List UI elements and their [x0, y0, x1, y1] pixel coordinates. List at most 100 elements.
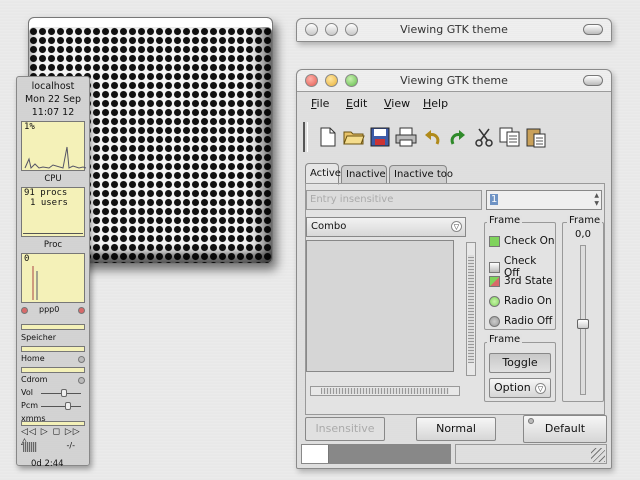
horizontal-scrollbar[interactable]	[310, 386, 460, 396]
hscroll-thumb[interactable]	[321, 388, 449, 394]
open-folder-icon[interactable]	[343, 126, 365, 148]
option-arrow-icon[interactable]: ▽	[535, 383, 546, 394]
xmms-led-icon	[23, 442, 37, 452]
pcm-label: Pcm	[21, 401, 39, 410]
ppp0-led-icon	[21, 307, 28, 314]
vol-slider[interactable]: Vol	[21, 388, 85, 400]
checkbox-unchecked-icon[interactable]	[489, 261, 500, 273]
home-led-icon[interactable]	[78, 356, 85, 363]
list-view[interactable]	[306, 240, 454, 372]
toolbar-grip[interactable]	[303, 122, 308, 152]
collapse-pill-icon[interactable]	[583, 75, 603, 86]
normal-button[interactable]: Normal	[416, 417, 496, 441]
check-on[interactable]: Check On	[489, 235, 555, 247]
uptime: 0d 2:44	[31, 459, 64, 469]
save-icon[interactable]	[369, 126, 391, 148]
default-button[interactable]: Default	[523, 415, 607, 443]
scroll-thumb[interactable]	[468, 255, 474, 363]
swap-bar	[21, 322, 85, 332]
redo-icon[interactable]	[447, 126, 469, 148]
cpu-chart: 1%	[21, 121, 87, 171]
combo-value: Combo	[311, 221, 347, 232]
default-indicator-icon	[528, 418, 534, 424]
vol-knob[interactable]	[61, 389, 67, 397]
xmms-monitor: xmms	[21, 414, 85, 426]
vol-label: Vol	[21, 388, 33, 397]
insensitive-entry: Entry insensitive	[306, 190, 482, 210]
resize-grip-icon[interactable]	[591, 448, 605, 462]
cut-icon[interactable]	[473, 126, 495, 148]
insensitive-button: Insensitive	[305, 417, 385, 441]
pcm-knob[interactable]	[65, 402, 71, 410]
combo-box[interactable]: Combo ▽	[306, 217, 466, 237]
net-graph	[32, 266, 38, 300]
titlebar[interactable]: Viewing GTK theme	[297, 19, 611, 41]
cpu-label: CPU	[44, 174, 62, 184]
spin-value[interactable]: 1	[490, 194, 499, 205]
hostname: localhost	[31, 81, 75, 92]
tab-inactive-too[interactable]: Inactive too	[389, 165, 453, 184]
radio-on[interactable]: Radio On	[489, 295, 552, 307]
copy-icon[interactable]	[499, 126, 521, 148]
checkbox-inconsistent-icon[interactable]	[489, 275, 500, 287]
new-file-icon[interactable]	[317, 126, 339, 148]
tab-inactive[interactable]: Inactive	[341, 165, 387, 184]
progress-bar	[301, 444, 451, 464]
spin-button[interactable]: 1 ▲ ▼	[486, 190, 602, 210]
xmms-pos-text: -/-	[66, 441, 75, 450]
print-icon[interactable]	[395, 126, 417, 148]
paste-icon[interactable]	[525, 126, 547, 148]
window-title: Viewing GTK theme	[400, 74, 508, 87]
collapse-pill-icon[interactable]	[583, 24, 603, 35]
titlebar[interactable]: Viewing GTK theme	[297, 70, 611, 92]
scale-value: 0,0	[575, 229, 591, 240]
frame-toggle: Frame Toggle Option ▽	[484, 334, 556, 402]
menu-edit[interactable]: Edit	[346, 97, 367, 110]
toolbar	[303, 120, 603, 154]
xmms-controls[interactable]: ◁◁ ▷ ◻ ▷▷ △	[21, 427, 85, 447]
vertical-scrollbar[interactable]	[466, 242, 476, 376]
proc-chart: 91 procs 1 users	[21, 187, 85, 237]
mem-monitor: Speicher	[21, 333, 85, 353]
proc-count: 91 procs	[24, 188, 68, 198]
cdrom-monitor: Cdrom	[21, 375, 85, 387]
ppp0-label: ppp0	[39, 305, 60, 314]
cdrom-led-icon[interactable]	[78, 377, 85, 384]
window-title: Viewing GTK theme	[400, 23, 508, 36]
home-label: Home	[21, 354, 45, 363]
toggle-button[interactable]: Toggle	[489, 353, 551, 373]
radio-unselected-icon[interactable]	[489, 315, 500, 327]
frame-title: Frame	[487, 334, 523, 345]
tab-active[interactable]: Active	[305, 163, 341, 185]
tab-pane: Entry insensitive 1 ▲ ▼ Combo ▽ Frame Che…	[305, 183, 605, 415]
checkbox-checked-icon[interactable]	[489, 235, 500, 247]
radio-off[interactable]: Radio Off	[489, 315, 552, 327]
undo-icon[interactable]	[421, 126, 443, 148]
radio-selected-icon[interactable]	[489, 295, 500, 307]
menu-file[interactable]: File	[311, 97, 329, 110]
gtk-theme-window-back: Viewing GTK theme	[296, 18, 612, 42]
frame-scale: Frame 0,0	[562, 215, 604, 402]
cpu-graph	[24, 146, 87, 169]
clock-date: Mon 22 Sep	[24, 94, 82, 105]
ppp0-monitor: ppp0	[21, 305, 85, 321]
scale-knob[interactable]	[577, 319, 589, 329]
spin-arrows-icon[interactable]: ▲ ▼	[594, 192, 599, 208]
menubar: File Edit View Help	[297, 92, 611, 114]
frame-checks: Frame Check On Check Off 3rd State Radio…	[484, 215, 556, 330]
option-menu[interactable]: Option ▽	[489, 378, 551, 398]
gtk-theme-window: Viewing GTK theme File Edit View Help In…	[296, 69, 612, 469]
ppp0-led2-icon	[78, 307, 85, 314]
menu-view[interactable]: View	[384, 97, 410, 110]
combo-arrow-icon[interactable]: ▽	[451, 221, 462, 232]
gkrellm-monitor: localhost Mon 22 Sep 11:07 12 1% CPU 91 …	[16, 76, 90, 469]
pcm-slider[interactable]: Pcm	[21, 401, 85, 413]
mem-label: Speicher	[21, 333, 56, 342]
proc-label: Proc	[43, 240, 63, 250]
home-monitor: Home	[21, 354, 85, 374]
check-third-state[interactable]: 3rd State	[489, 275, 553, 287]
menu-help[interactable]: Help	[423, 97, 448, 110]
frame-title: Frame	[567, 215, 603, 226]
frame-title: Frame	[487, 215, 523, 226]
net-chart: 0	[21, 253, 85, 303]
